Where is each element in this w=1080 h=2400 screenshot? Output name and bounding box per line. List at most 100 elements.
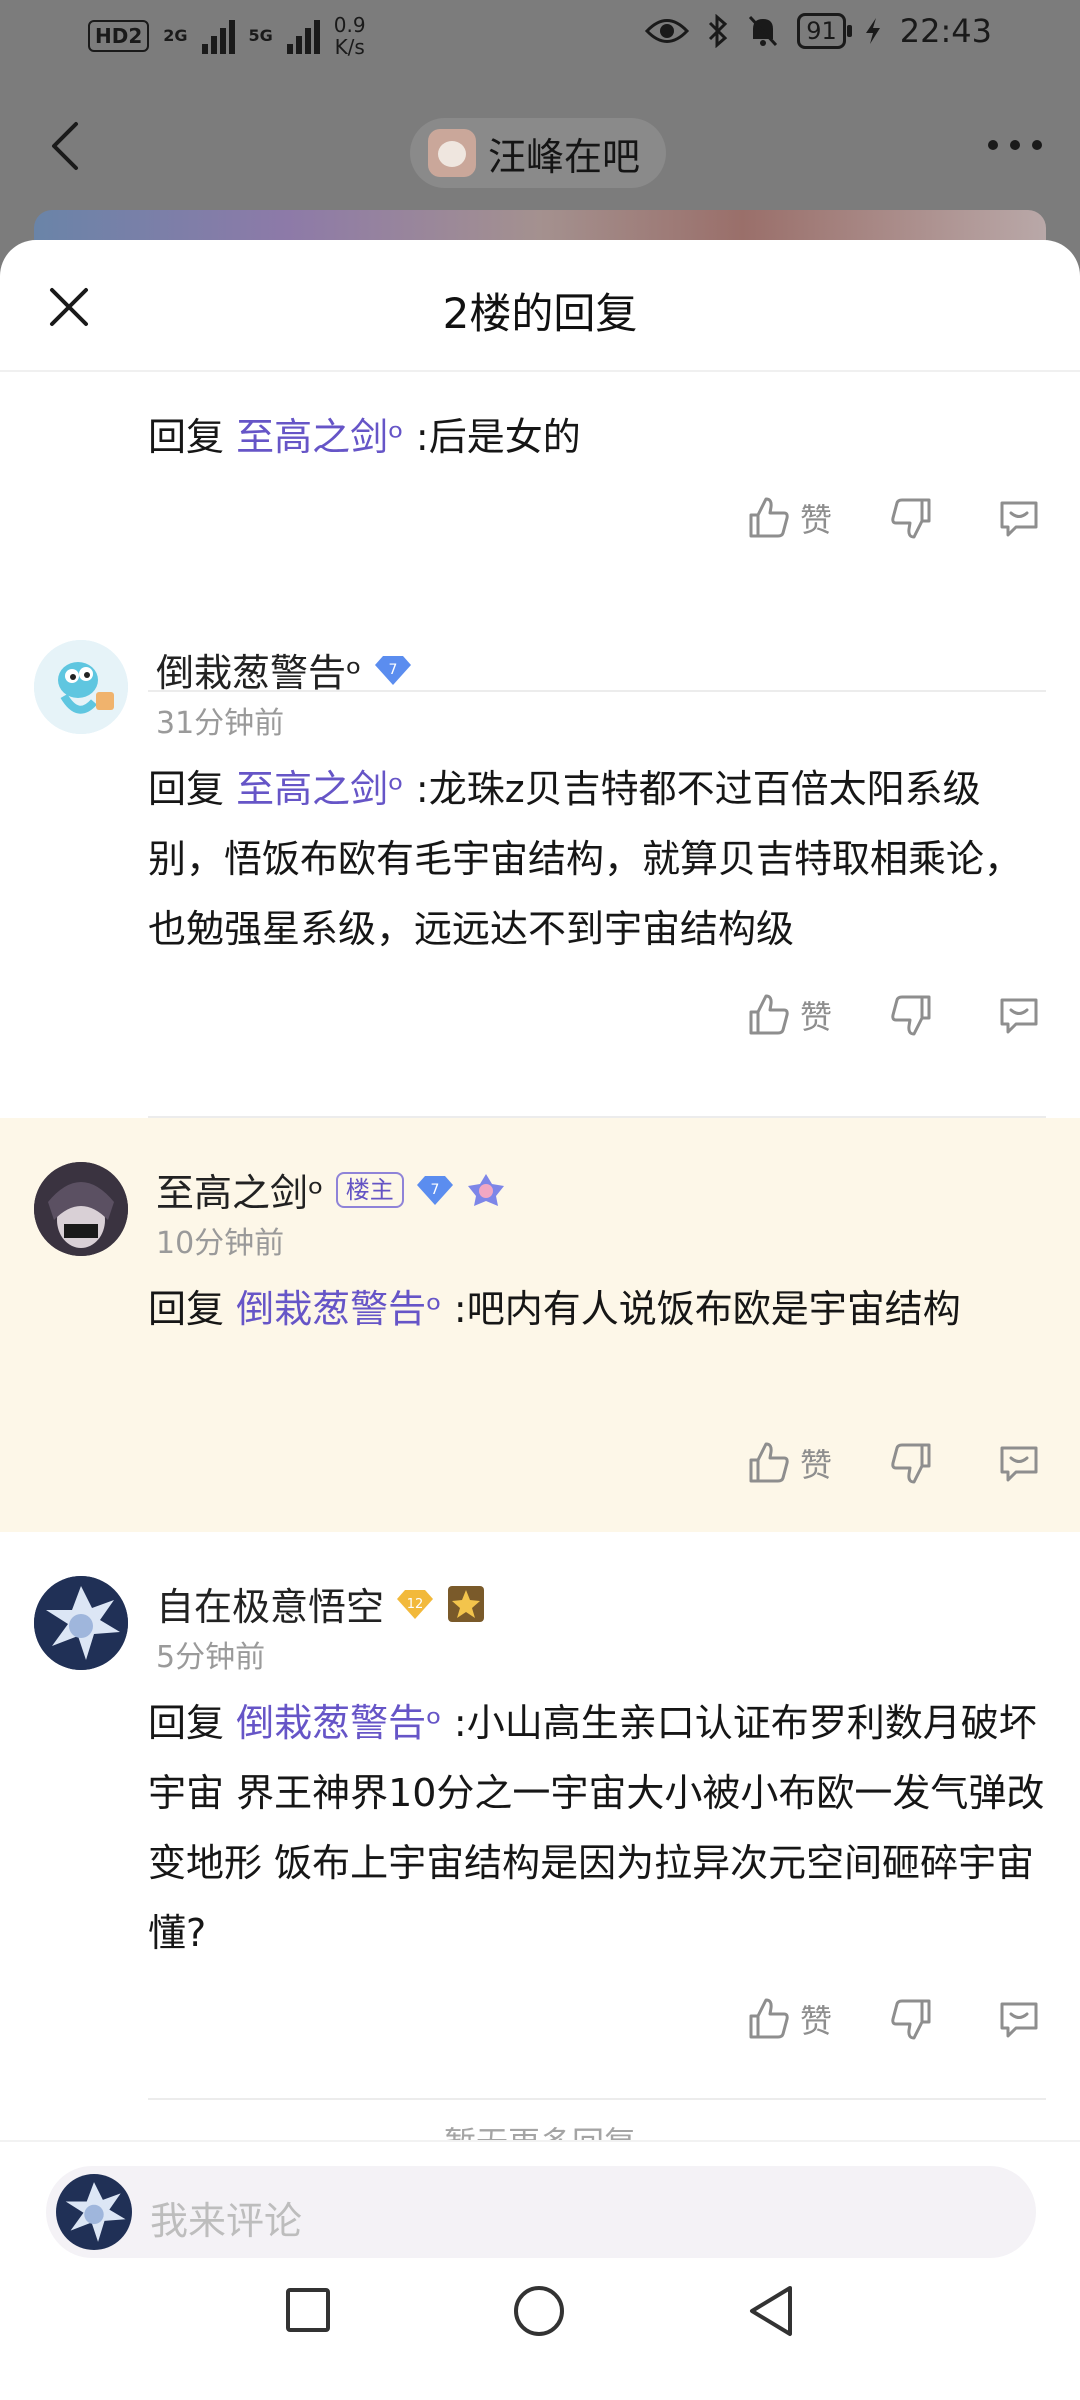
reply-item: 自在极意悟空 12 5分钟前 回复 倒栽葱警告ᵒ :小山高生亲口认证布罗利数月破… — [0, 1532, 1080, 2102]
like-button[interactable]: 赞 — [746, 495, 832, 541]
username[interactable]: 自在极意悟空 — [156, 1576, 384, 1631]
home-icon[interactable] — [514, 2286, 564, 2336]
reply-item: 回复 至高之剑ᵒ :后是女的 赞 — [0, 372, 1080, 692]
network-speed: 0.9 K/s — [334, 14, 366, 58]
status-left: HD2 2G 5G 0.9 K/s — [88, 14, 366, 58]
like-button[interactable]: 赞 — [746, 1996, 832, 2042]
divider — [148, 2098, 1046, 2100]
eye-icon — [645, 19, 690, 43]
svg-text:12: 12 — [407, 1597, 424, 1612]
mention-link[interactable]: 倒栽葱警告ᵒ — [236, 1701, 442, 1745]
rank-medal-icon — [467, 1173, 504, 1206]
reply-prefix: 回复 — [148, 1701, 225, 1745]
top-nav: 汪峰在吧 — [0, 80, 1080, 210]
reply-item-highlighted: 至高之剑ᵒ 楼主 7 10分钟前 回复 倒栽葱警告ᵒ :吧内有人说饭布欧是宇宙结… — [0, 1118, 1080, 1532]
reply-item: 倒栽葱警告ᵒ 7 31分钟前 回复 至高之剑ᵒ :龙珠z贝吉特都不过百倍太阳系级… — [0, 634, 1080, 1118]
goku-avatar-image — [34, 1576, 128, 1670]
avatar[interactable] — [34, 640, 128, 734]
like-button[interactable]: 赞 — [746, 992, 832, 1038]
bluetooth-icon — [709, 14, 728, 48]
my-avatar — [56, 2174, 132, 2250]
mention-link[interactable]: 至高之剑ᵒ — [236, 767, 404, 811]
reply-button[interactable] — [996, 992, 1042, 1038]
username-row: 倒栽葱警告ᵒ 7 — [156, 642, 412, 697]
comment-bubble-icon — [1000, 998, 1038, 1034]
thumbs-down-icon — [891, 498, 931, 539]
dislike-button[interactable] — [888, 495, 934, 541]
like-button[interactable]: 赞 — [746, 1440, 832, 1486]
thumbs-up-icon — [749, 994, 789, 1035]
thumbs-up-icon — [749, 1442, 789, 1483]
reply-text: :后是女的 — [415, 415, 581, 459]
reply-button[interactable] — [996, 495, 1042, 541]
dislike-button[interactable] — [888, 1440, 934, 1486]
svg-text:7: 7 — [388, 662, 397, 678]
comment-bubble-icon — [1000, 2002, 1038, 2038]
mention-link[interactable]: 至高之剑ᵒ — [236, 415, 404, 459]
reply-actions: 赞 — [746, 1440, 1042, 1486]
hd-indicator: HD2 — [88, 20, 150, 52]
recent-apps-icon[interactable] — [286, 2288, 330, 2332]
thread-host-badge: 楼主 — [335, 1171, 404, 1208]
sheet-header: 2楼的回复 — [0, 240, 1080, 372]
dislike-button[interactable] — [888, 1996, 934, 2042]
reply-time: 10分钟前 — [156, 1226, 285, 1261]
battery-indicator: 91 — [797, 13, 852, 49]
reply-text: :吧内有人说饭布欧是宇宙结构 — [453, 1287, 961, 1331]
thumbs-down-icon — [891, 1999, 931, 2040]
username-row: 自在极意悟空 12 — [156, 1576, 486, 1631]
reply-prefix: 回复 — [148, 767, 225, 811]
reply-body: 回复 至高之剑ᵒ :龙珠z贝吉特都不过百倍太阳系级别，悟饭布欧有毛宇宙结构，就算… — [148, 754, 1048, 964]
speed-value: 0.9 — [333, 13, 366, 37]
dislike-button[interactable] — [888, 992, 934, 1038]
thumbs-down-icon — [891, 995, 931, 1036]
like-label: 赞 — [799, 998, 832, 1036]
reply-body: 回复 倒栽葱警告ᵒ :小山高生亲口认证布罗利数月破坏宇宙 界王神界10分之一宇宙… — [148, 1688, 1048, 1968]
reply-actions: 赞 — [746, 992, 1042, 1038]
goku-avatar-image — [56, 2174, 132, 2250]
charging-icon — [865, 18, 880, 44]
forum-title-pill[interactable]: 汪峰在吧 — [410, 118, 667, 188]
reply-prefix: 回复 — [148, 1287, 225, 1331]
like-label: 赞 — [799, 1446, 832, 1484]
like-label: 赞 — [799, 501, 832, 539]
reply-button[interactable] — [996, 1440, 1042, 1486]
more-options-icon[interactable] — [988, 140, 1042, 150]
mute-bell-icon — [749, 15, 778, 47]
hd-sub: 2 — [128, 24, 143, 48]
mention-link[interactable]: 倒栽葱警告ᵒ — [236, 1287, 442, 1331]
reply-button[interactable] — [996, 1996, 1042, 2042]
net2-label: 5G — [248, 26, 273, 45]
reply-body: 回复 倒栽葱警告ᵒ :吧内有人说饭布欧是宇宙结构 — [148, 1274, 1048, 1344]
level-badge-icon: 7 — [374, 655, 411, 685]
username[interactable]: 至高之剑ᵒ — [156, 1162, 324, 1217]
avatar[interactable] — [34, 1576, 128, 1670]
username[interactable]: 倒栽葱警告ᵒ — [156, 642, 362, 697]
username-row: 至高之剑ᵒ 楼主 7 — [156, 1162, 506, 1217]
network-type-2: 5G — [249, 28, 273, 44]
system-nav-bar — [0, 2260, 1080, 2360]
sheet-title: 2楼的回复 — [442, 289, 638, 338]
thumbs-down-icon — [891, 1443, 931, 1484]
cartoon-avatar-image — [34, 640, 128, 734]
status-right: 91 22:43 — [645, 12, 992, 50]
forum-name: 汪峰在吧 — [488, 134, 641, 179]
level-badge-icon: 7 — [416, 1175, 453, 1205]
reply-actions: 赞 — [746, 495, 1042, 541]
reply-time: 5分钟前 — [156, 1640, 266, 1675]
avatar[interactable] — [34, 1162, 128, 1256]
back-icon[interactable] — [38, 116, 98, 176]
reply-list[interactable]: 回复 至高之剑ᵒ :后是女的 赞 倒栽葱警告ᵒ 7 31分钟前 回复 至高之剑ᵒ… — [0, 372, 1080, 2180]
forum-avatar-icon — [428, 129, 476, 177]
thumbs-up-icon — [749, 497, 789, 538]
reply-actions: 赞 — [746, 1996, 1042, 2042]
comment-input[interactable]: 我来评论 — [46, 2166, 1036, 2258]
thumbs-up-icon — [749, 1998, 789, 2039]
anime-avatar-image — [34, 1162, 128, 1256]
clock: 22:43 — [899, 12, 992, 50]
nav-back-icon[interactable] — [744, 2282, 798, 2340]
reply-body: 回复 至高之剑ᵒ :后是女的 — [148, 402, 1048, 472]
reply-time: 31分钟前 — [156, 706, 285, 741]
speed-unit: K/s — [334, 35, 365, 59]
net1-label: 2G — [163, 26, 188, 45]
